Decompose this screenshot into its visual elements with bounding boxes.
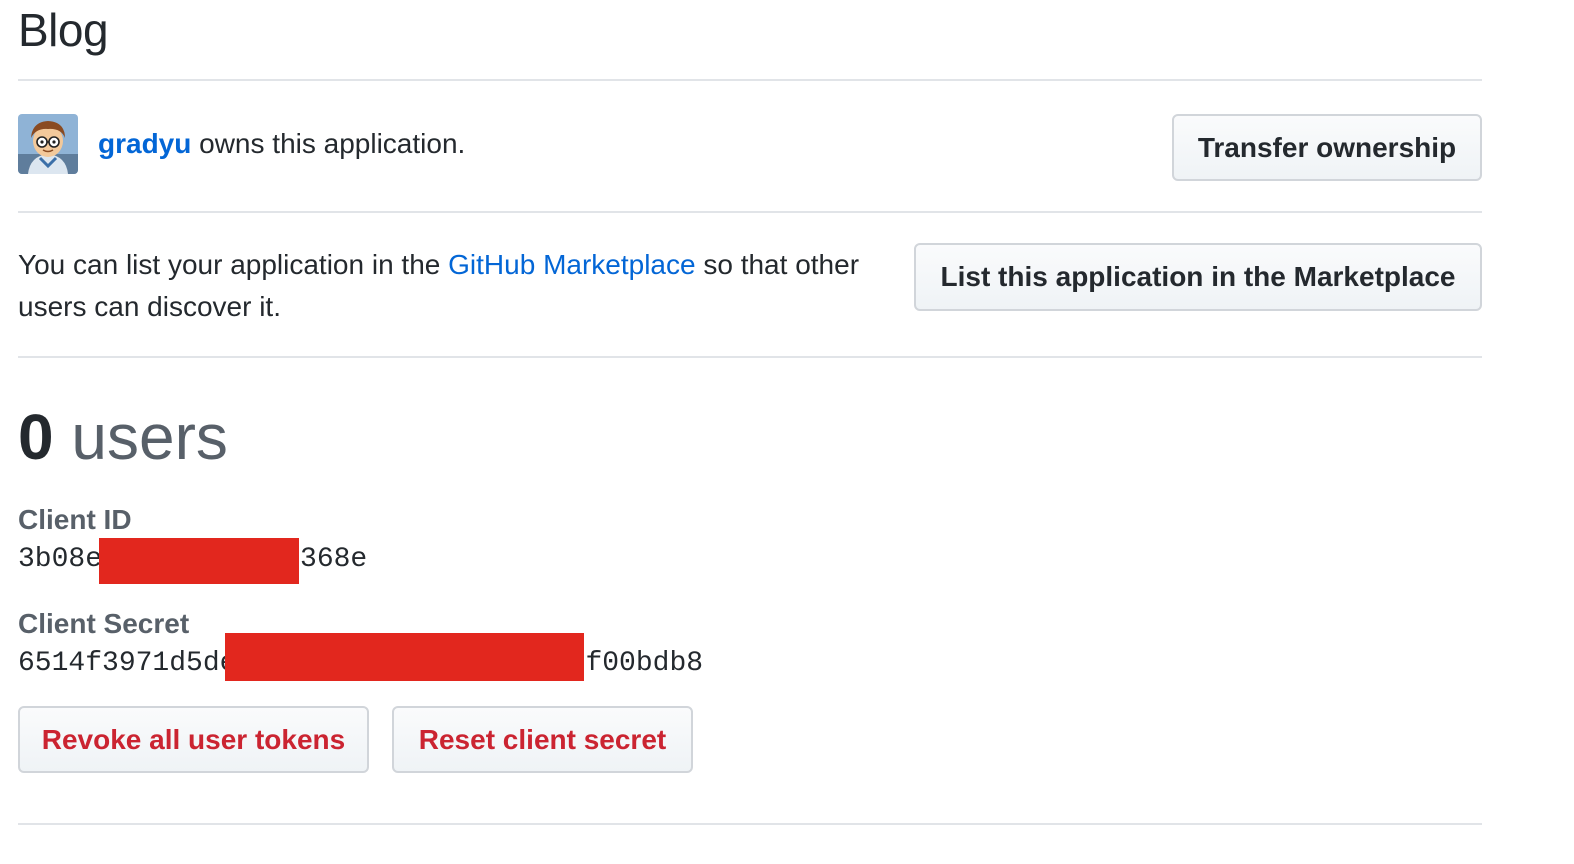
client-secret-label: Client Secret — [18, 608, 190, 639]
divider — [18, 211, 1482, 213]
divider — [18, 356, 1482, 358]
avatar-illustration-icon — [18, 114, 78, 174]
github-marketplace-link[interactable]: GitHub Marketplace — [448, 249, 695, 280]
reset-client-secret-button[interactable]: Reset client secret — [392, 706, 693, 773]
users-count: 0 — [18, 401, 54, 473]
client-id-label: Client ID — [18, 504, 132, 535]
client-secret-redaction — [225, 633, 584, 681]
divider — [18, 823, 1482, 825]
client-id-redaction — [99, 538, 299, 584]
client-secret-suffix: f00bdb8 — [585, 648, 704, 679]
users-label: users — [53, 401, 228, 473]
client-secret-prefix: 6514f3971d5de — [18, 648, 237, 679]
avatar[interactable] — [18, 114, 78, 174]
owner-statement-text: owns this application. — [191, 128, 466, 159]
transfer-ownership-button[interactable]: Transfer ownership — [1172, 114, 1482, 181]
oauth-app-settings-page: Blog gradyu owns this application. Trans… — [0, 0, 1574, 864]
owner-username-link[interactable]: gradyu — [98, 128, 191, 159]
revoke-all-user-tokens-button[interactable]: Revoke all user tokens — [18, 706, 369, 773]
marketplace-description: You can list your application in the Git… — [18, 244, 898, 328]
page-title: Blog — [18, 4, 109, 56]
owner-statement: gradyu owns this application. — [98, 126, 465, 162]
divider — [18, 79, 1482, 81]
client-id-prefix: 3b08e — [18, 544, 103, 575]
marketplace-text-before: You can list your application in the — [18, 249, 449, 280]
list-in-marketplace-button[interactable]: List this application in the Marketplace — [914, 243, 1482, 311]
client-id-suffix: 368e — [300, 544, 368, 575]
users-count-heading: 0 users — [18, 396, 228, 478]
